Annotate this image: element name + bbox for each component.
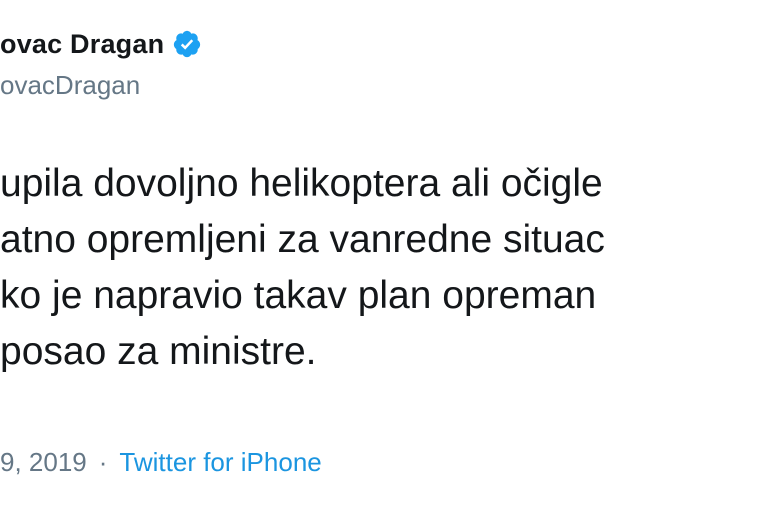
- tweet-meta: 9, 2019 · Twitter for iPhone: [0, 442, 322, 482]
- tweet-source-link[interactable]: Twitter for iPhone: [119, 447, 321, 478]
- tweet-text-line: upila dovoljno helikoptera ali očigle: [0, 162, 603, 205]
- tweet-card: ovac Dragan ovacDragan upila dovoljno he…: [0, 0, 765, 510]
- tweet-text-line: ko je napravio takav plan opreman: [0, 274, 597, 317]
- verified-badge-icon: [172, 29, 202, 59]
- author-row[interactable]: ovac Dragan: [0, 24, 202, 64]
- author-handle[interactable]: ovacDragan: [0, 70, 140, 101]
- tweet-text: upila dovoljno helikoptera ali očigle at…: [0, 156, 765, 380]
- meta-separator: ·: [98, 446, 108, 477]
- tweet-text-line: posao za ministre.: [0, 330, 317, 373]
- tweet-text-line: atno opremljeni za vanredne situac: [0, 218, 605, 261]
- tweet-date[interactable]: 9, 2019: [0, 447, 87, 478]
- author-display-name[interactable]: ovac Dragan: [0, 29, 164, 60]
